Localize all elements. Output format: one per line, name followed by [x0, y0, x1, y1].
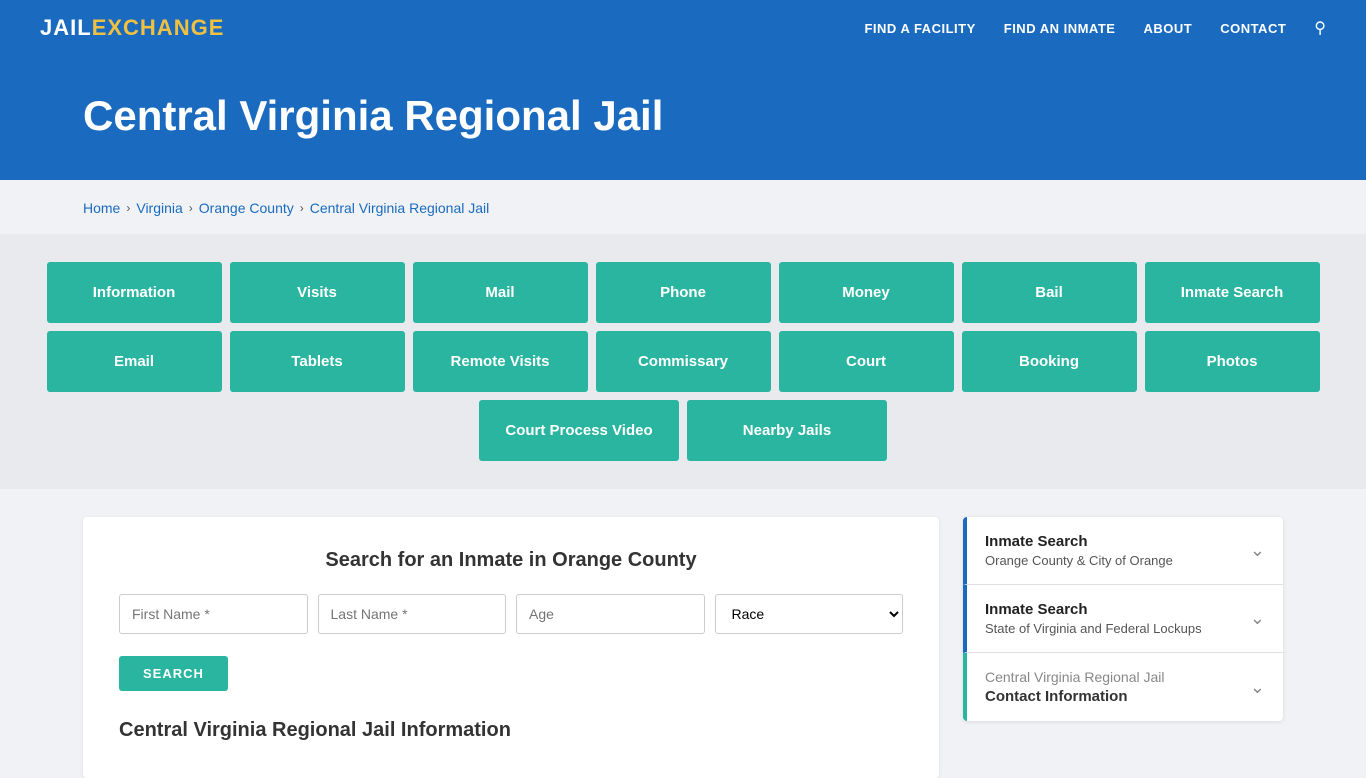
- tile-inmate-search[interactable]: Inmate Search: [1145, 262, 1320, 323]
- site-header: JAILEXCHANGE FIND A FACILITY FIND AN INM…: [0, 0, 1366, 56]
- age-input[interactable]: [516, 594, 705, 634]
- last-name-input[interactable]: [318, 594, 507, 634]
- chevron-down-icon-1: ⌄: [1250, 540, 1265, 561]
- tile-money[interactable]: Money: [779, 262, 954, 323]
- sidebar-card-1-bottom: Orange County & City of Orange: [985, 553, 1173, 568]
- breadcrumb-orange-county[interactable]: Orange County: [199, 200, 294, 216]
- breadcrumb-chevron-1: ›: [126, 201, 130, 215]
- sidebar-card-2-top: Inmate Search: [985, 601, 1202, 618]
- breadcrumb-virginia[interactable]: Virginia: [136, 200, 182, 216]
- breadcrumb: Home › Virginia › Orange County › Centra…: [83, 180, 1283, 234]
- inmate-search-title: Search for an Inmate in Orange County: [119, 549, 903, 572]
- tile-phone[interactable]: Phone: [596, 262, 771, 323]
- tile-tablets[interactable]: Tablets: [230, 331, 405, 392]
- inmate-search-form: Race White Black Hispanic Asian Other: [119, 594, 903, 634]
- nav-contact[interactable]: CONTACT: [1220, 21, 1286, 36]
- tile-nearby-jails[interactable]: Nearby Jails: [687, 400, 887, 461]
- tile-photos[interactable]: Photos: [1145, 331, 1320, 392]
- sidebar-card-inmate-search-virginia[interactable]: Inmate Search State of Virginia and Fede…: [963, 585, 1283, 653]
- sidebar-card-inmate-search-orange[interactable]: Inmate Search Orange County & City of Or…: [963, 517, 1283, 585]
- tiles-row-1: Information Visits Mail Phone Money Bail…: [0, 262, 1366, 323]
- tile-court-process-video[interactable]: Court Process Video: [479, 400, 679, 461]
- sidebar-card-3-top: Central Virginia Regional Jail: [985, 669, 1165, 685]
- tile-bail[interactable]: Bail: [962, 262, 1137, 323]
- race-select[interactable]: Race White Black Hispanic Asian Other: [715, 594, 904, 634]
- sidebar-card-3-bottom: Contact Information: [985, 688, 1165, 705]
- sidebar-card-contact[interactable]: Central Virginia Regional Jail Contact I…: [963, 653, 1283, 721]
- hero-section: Central Virginia Regional Jail: [0, 56, 1366, 180]
- sidebar-card-2-bottom: State of Virginia and Federal Lockups: [985, 621, 1202, 636]
- tiles-row-2: Email Tablets Remote Visits Commissary C…: [0, 331, 1366, 392]
- logo-jail: JAIL: [40, 15, 92, 40]
- tile-visits[interactable]: Visits: [230, 262, 405, 323]
- breadcrumb-chevron-2: ›: [189, 201, 193, 215]
- nav-about[interactable]: ABOUT: [1143, 21, 1192, 36]
- nav-find-facility[interactable]: FIND A FACILITY: [864, 21, 975, 36]
- nav-tiles-section: Information Visits Mail Phone Money Bail…: [0, 234, 1366, 489]
- right-sidebar: Inmate Search Orange County & City of Or…: [963, 517, 1283, 721]
- first-name-input[interactable]: [119, 594, 308, 634]
- page-title: Central Virginia Regional Jail: [83, 92, 1283, 140]
- tile-information[interactable]: Information: [47, 262, 222, 323]
- site-logo[interactable]: JAILEXCHANGE: [40, 15, 224, 41]
- chevron-down-icon-2: ⌄: [1250, 608, 1265, 629]
- search-icon[interactable]: ⚲: [1314, 18, 1326, 38]
- breadcrumb-chevron-3: ›: [300, 201, 304, 215]
- search-button[interactable]: SEARCH: [119, 656, 228, 691]
- tile-email[interactable]: Email: [47, 331, 222, 392]
- chevron-down-icon-3: ⌄: [1250, 677, 1265, 698]
- tile-court[interactable]: Court: [779, 331, 954, 392]
- tile-booking[interactable]: Booking: [962, 331, 1137, 392]
- sidebar-card-1-top: Inmate Search: [985, 533, 1173, 550]
- sidebar-card-text-3: Central Virginia Regional Jail Contact I…: [985, 669, 1165, 705]
- sidebar-card-text-2: Inmate Search State of Virginia and Fede…: [985, 601, 1202, 636]
- sidebar-card-text-1: Inmate Search Orange County & City of Or…: [985, 533, 1173, 568]
- tile-mail[interactable]: Mail: [413, 262, 588, 323]
- tile-commissary[interactable]: Commissary: [596, 331, 771, 392]
- breadcrumb-current: Central Virginia Regional Jail: [310, 200, 490, 216]
- breadcrumb-home[interactable]: Home: [83, 200, 120, 216]
- tiles-row-3: Court Process Video Nearby Jails: [0, 400, 1366, 461]
- content-area: Search for an Inmate in Orange County Ra…: [83, 489, 1283, 778]
- main-nav: FIND A FACILITY FIND AN INMATE ABOUT CON…: [864, 18, 1326, 38]
- nav-find-inmate[interactable]: FIND AN INMATE: [1004, 21, 1116, 36]
- tile-remote-visits[interactable]: Remote Visits: [413, 331, 588, 392]
- jail-info-title: Central Virginia Regional Jail Informati…: [119, 719, 903, 742]
- logo-exchange: EXCHANGE: [92, 15, 225, 40]
- left-panel: Search for an Inmate in Orange County Ra…: [83, 517, 939, 778]
